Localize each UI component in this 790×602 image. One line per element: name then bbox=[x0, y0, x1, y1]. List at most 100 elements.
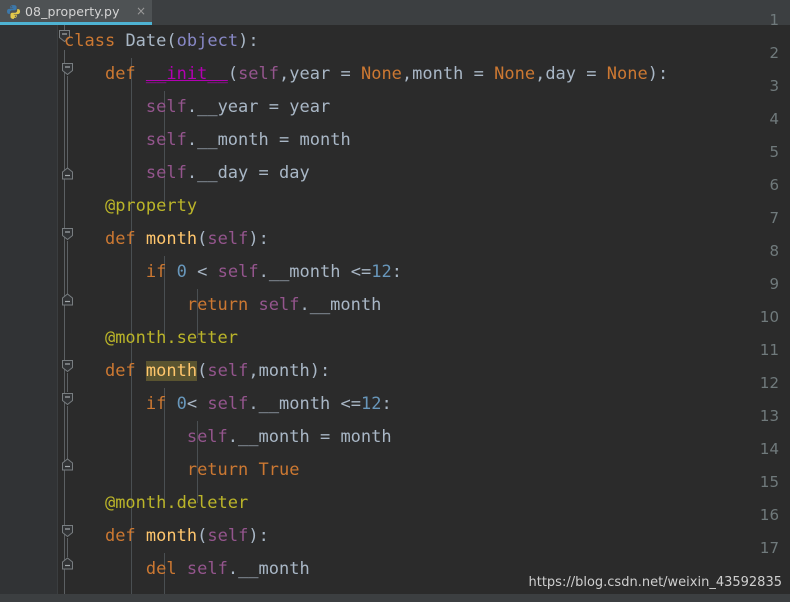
token-const-none: None bbox=[606, 64, 648, 84]
token-decorator-month-setter: @month.setter bbox=[104, 328, 239, 348]
python-file-icon bbox=[6, 4, 21, 19]
token-colon: : bbox=[320, 361, 331, 381]
editor-tab-title: 08_property.py bbox=[25, 3, 120, 19]
code-line-14[interactable]: return True bbox=[58, 454, 790, 487]
token-assign: = bbox=[279, 130, 290, 150]
token-self: self bbox=[145, 97, 187, 117]
token-assign: = bbox=[258, 163, 269, 183]
code-line-5[interactable]: self.__day = day bbox=[58, 157, 790, 190]
token-keyword-return: return bbox=[186, 460, 249, 480]
token-function-name-month-highlighted: month bbox=[145, 361, 198, 381]
token-dot: . bbox=[299, 295, 310, 315]
code-editor-area[interactable]: class Date(object): def __init__(self,ye… bbox=[58, 25, 790, 602]
token-assign: = bbox=[586, 64, 597, 84]
editor-gutter[interactable] bbox=[0, 25, 57, 602]
code-line-7[interactable]: def month(self): bbox=[58, 223, 790, 256]
token-var-month: month bbox=[299, 130, 351, 150]
token-builtin-object: object bbox=[176, 31, 239, 51]
code-line-16[interactable]: def month(self): bbox=[58, 520, 790, 553]
token-param-year: year bbox=[289, 64, 331, 84]
token-colon: : bbox=[657, 64, 669, 84]
ide-window: 08_property.py × 1 2 3 4 5 6 7 8 9 10 11… bbox=[0, 0, 790, 602]
token-dot: . bbox=[227, 427, 239, 447]
token-assign: = bbox=[340, 64, 351, 84]
token-const-true: True bbox=[258, 460, 300, 480]
token-rparen: ) bbox=[248, 229, 259, 249]
code-line-13[interactable]: self.__month = month bbox=[58, 421, 790, 454]
token-operator-lte: <= bbox=[350, 262, 372, 282]
token-var-month: month bbox=[340, 427, 392, 447]
token-attr-private-year: __year bbox=[197, 97, 259, 117]
token-decorator-property: @property bbox=[104, 196, 198, 216]
token-keyword-class: class bbox=[64, 31, 116, 51]
token-var-year: year bbox=[289, 97, 331, 117]
token-comma: , bbox=[248, 361, 259, 381]
code-line-4[interactable]: self.__month = month bbox=[58, 124, 790, 157]
token-var-day: day bbox=[279, 163, 310, 183]
code-line-15[interactable]: @month.deleter bbox=[58, 487, 790, 520]
token-attr-private-month: __month bbox=[268, 262, 341, 282]
code-line-8[interactable]: if 0 < self.__month <=12: bbox=[58, 256, 790, 289]
token-param-self: self bbox=[238, 64, 280, 84]
token-class-name-date: Date bbox=[125, 31, 167, 51]
token-attr-private-day: __day bbox=[197, 163, 249, 183]
token-keyword-def: def bbox=[104, 229, 136, 249]
token-self: self bbox=[258, 295, 300, 315]
token-keyword-return: return bbox=[186, 295, 249, 315]
token-number-twelve: 12 bbox=[371, 262, 392, 282]
watermark-url: https://blog.csdn.net/weixin_43592835 bbox=[528, 575, 782, 590]
code-line-1[interactable]: class Date(object): bbox=[58, 25, 790, 58]
token-lparen: ( bbox=[197, 361, 208, 381]
code-line-12[interactable]: if 0< self.__month <=12: bbox=[58, 388, 790, 421]
token-operator-lte: <= bbox=[340, 394, 361, 414]
token-self: self bbox=[145, 163, 187, 183]
code-line-3[interactable]: self.__year = year bbox=[58, 91, 790, 124]
code-line-11[interactable]: def month(self,month): bbox=[58, 355, 790, 388]
token-decorator-month-deleter: @month.deleter bbox=[104, 493, 249, 513]
token-self: self bbox=[186, 559, 228, 579]
close-icon[interactable]: × bbox=[134, 5, 148, 17]
code-line-10[interactable]: @month.setter bbox=[58, 322, 790, 355]
token-rparen: ) bbox=[248, 526, 259, 546]
token-keyword-if: if bbox=[145, 262, 167, 282]
token-param-self: self bbox=[207, 229, 249, 249]
token-function-name-month: month bbox=[145, 526, 198, 546]
token-dot: . bbox=[186, 163, 198, 183]
token-lparen: ( bbox=[197, 526, 208, 546]
token-magic-method-init: __init__ bbox=[145, 64, 228, 84]
token-operator-lt: < bbox=[197, 262, 208, 282]
code-line-6[interactable]: @property bbox=[58, 190, 790, 223]
token-dot: . bbox=[186, 130, 198, 150]
token-colon: : bbox=[248, 31, 259, 51]
code-line-9[interactable]: return self.__month bbox=[58, 289, 790, 322]
token-const-none: None bbox=[360, 64, 402, 84]
editor-tab-08-property-py[interactable]: 08_property.py × bbox=[0, 0, 152, 25]
token-lparen: ( bbox=[166, 31, 177, 51]
token-dot: . bbox=[227, 559, 239, 579]
bottom-status-strip bbox=[0, 594, 790, 602]
token-self: self bbox=[186, 427, 228, 447]
code-line-2[interactable]: def __init__(self,year = None,month = No… bbox=[58, 58, 790, 91]
token-self: self bbox=[145, 130, 187, 150]
token-param-self: self bbox=[207, 526, 249, 546]
token-attr-private-month: __month bbox=[258, 394, 331, 414]
token-dot: . bbox=[248, 394, 259, 414]
token-colon: : bbox=[391, 262, 402, 282]
token-colon: : bbox=[258, 229, 269, 249]
